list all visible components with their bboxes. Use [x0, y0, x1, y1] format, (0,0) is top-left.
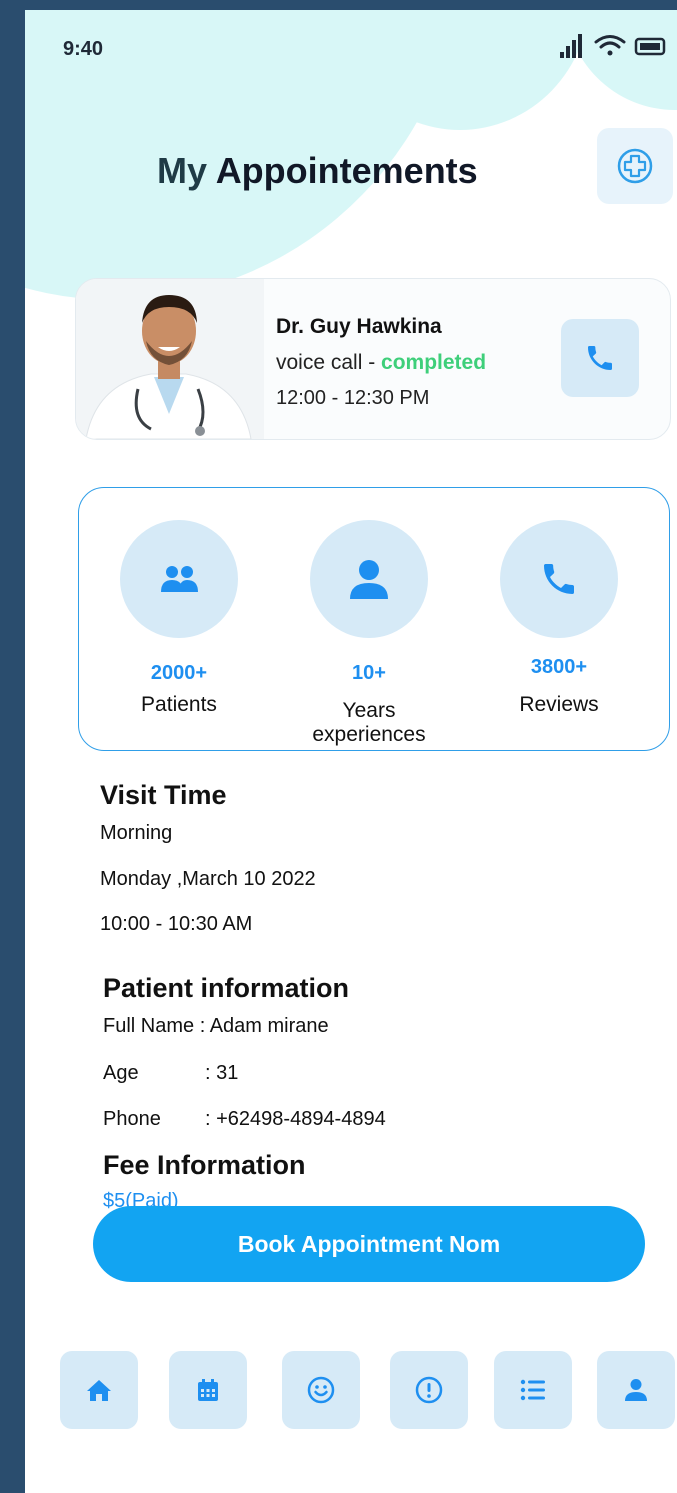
stat-experience: 10+ Years experiences — [284, 520, 454, 747]
nav-feedback[interactable] — [282, 1351, 360, 1429]
calendar-icon — [198, 1379, 218, 1401]
call-type-line: voice call - completed — [276, 351, 486, 375]
list-icon — [520, 1379, 545, 1401]
doctor-card[interactable]: Dr. Guy Hawkina voice call - completed 1… — [75, 278, 671, 440]
patient-info-title: Patient information — [103, 973, 350, 1003]
stat-label: Reviews — [519, 693, 599, 716]
page-title-rest: Appointements — [215, 150, 478, 191]
status-icons — [560, 34, 666, 58]
patient-age-value: : 31 — [205, 1062, 239, 1084]
add-appointment-button[interactable] — [597, 128, 673, 204]
phone-icon — [588, 346, 612, 370]
signal-icon — [560, 34, 582, 58]
nav-home[interactable] — [60, 1351, 138, 1429]
fee-info-title: Fee Information — [103, 1150, 306, 1180]
home-icon — [87, 1380, 111, 1401]
alert-icon — [415, 1376, 443, 1404]
user-icon — [350, 560, 388, 599]
nav-list[interactable] — [494, 1351, 572, 1429]
stats-card: 2000+ Patients 10+ Years experiences 380… — [78, 487, 670, 751]
visit-time: 10:00 - 10:30 AM — [100, 913, 253, 935]
stat-value: 2000+ — [150, 662, 208, 684]
patient-phone-value: : +62498-4894-4894 — [205, 1108, 386, 1130]
profile-icon — [625, 1379, 647, 1401]
battery-icon — [634, 37, 666, 56]
stat-value: 3800+ — [530, 656, 588, 678]
doctor-avatar — [76, 279, 264, 439]
stat-label: Patients — [141, 693, 217, 716]
phone-icon — [544, 564, 574, 594]
stat-reviews: 3800+ Reviews — [474, 520, 644, 717]
stat-icon-circle — [500, 520, 618, 638]
stat-label: Years experiences — [312, 699, 426, 746]
call-type: voice call - — [276, 351, 382, 374]
nav-profile[interactable] — [597, 1351, 675, 1429]
patient-age-label: Age — [103, 1062, 139, 1084]
wifi-icon — [594, 35, 626, 56]
call-button[interactable] — [561, 319, 639, 397]
smile-icon — [307, 1376, 335, 1404]
page-title: My Appointements — [157, 150, 478, 192]
patient-name: Full Name : Adam mirane — [103, 1015, 329, 1037]
stat-patients: 2000+ Patients — [94, 520, 264, 717]
patient-phone-label: Phone — [103, 1108, 161, 1130]
nav-alerts[interactable] — [390, 1351, 468, 1429]
visit-date: Monday ,March 10 2022 — [100, 868, 316, 890]
doctor-name: Dr. Guy Hawkina — [276, 315, 442, 338]
patients-icon — [161, 566, 198, 592]
visit-period: Morning — [100, 822, 173, 844]
call-status: completed — [381, 351, 487, 374]
appointment-time: 12:00 - 12:30 PM — [276, 387, 430, 409]
stat-icon-circle — [120, 520, 238, 638]
nav-calendar[interactable] — [169, 1351, 247, 1429]
plus-circle-icon — [617, 148, 653, 184]
status-time: 9:40 — [63, 38, 104, 60]
page-title-my: My — [157, 150, 208, 191]
stat-value: 10+ — [352, 662, 386, 684]
stat-icon-circle — [310, 520, 428, 638]
book-appointment-button[interactable]: Book Appointment Nom — [93, 1206, 645, 1282]
visit-time-title: Visit Time — [100, 780, 227, 810]
phone-screen: 9:40 My Appointements Dr. Guy Hawkina vo… — [25, 10, 677, 1493]
